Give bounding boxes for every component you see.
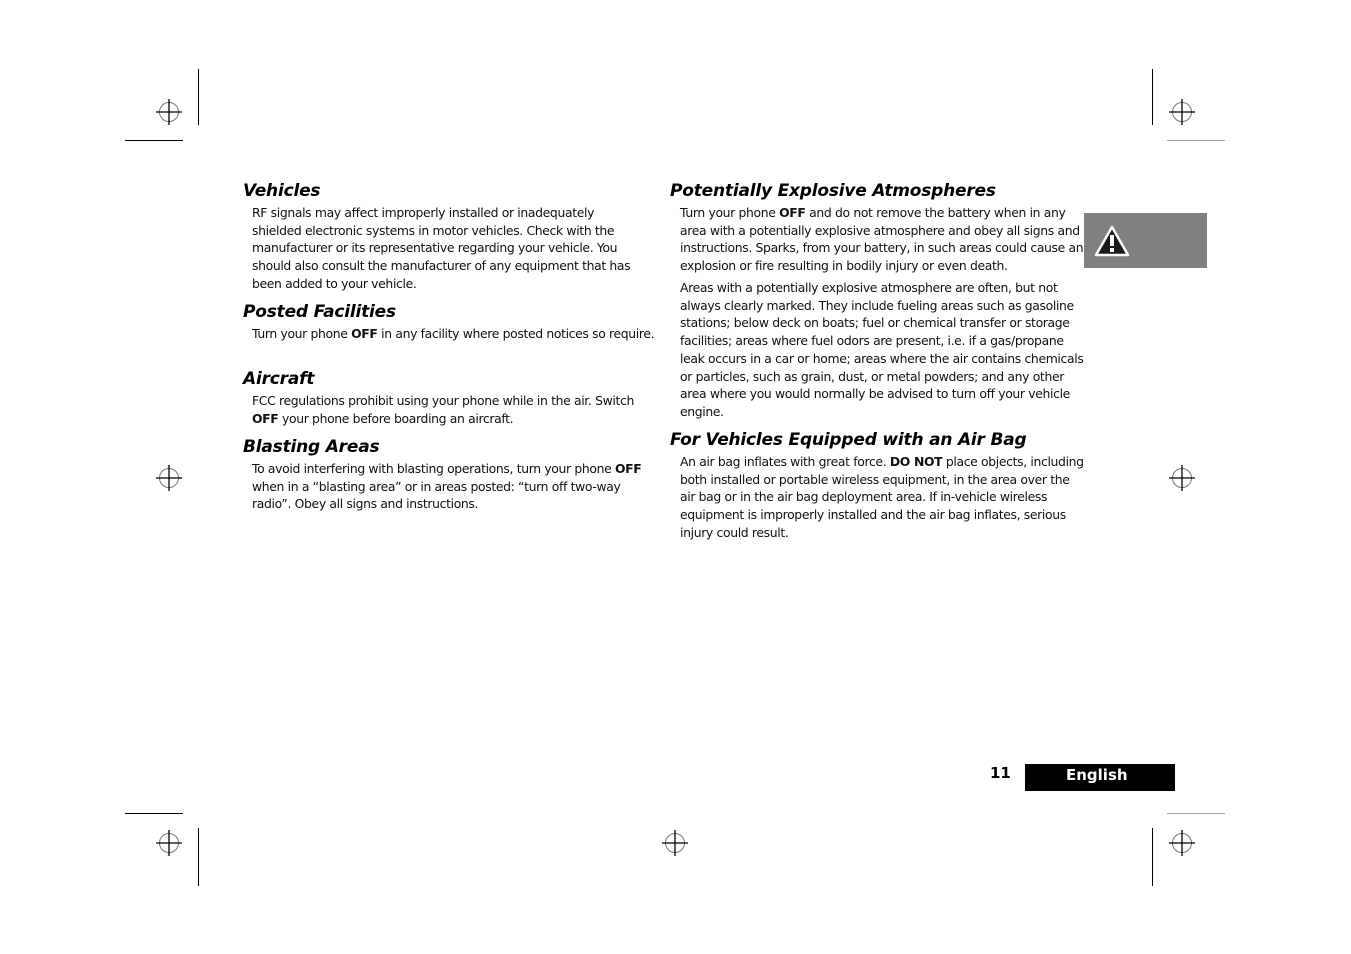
registration-mark-icon (156, 465, 182, 491)
crop-mark-bottom-right-vertical (1152, 828, 1153, 886)
registration-mark-icon (662, 830, 688, 856)
registration-mark-icon (1169, 465, 1195, 491)
crop-mark-top-right-horizontal (1167, 140, 1225, 141)
paragraph-explosive-atmospheres-1: Turn your phone OFF and do not remove th… (680, 205, 1084, 274)
page-number: 11 (990, 764, 1011, 782)
crop-mark-bottom-left-vertical (198, 828, 199, 886)
crop-mark-top-left-vertical (198, 69, 199, 125)
section-title-aircraft: Aircraft (243, 369, 315, 389)
warning-box (1084, 213, 1207, 268)
crop-mark-bottom-left-horizontal (125, 813, 183, 814)
section-title-air-bag: For Vehicles Equipped with an Air Bag (670, 430, 1027, 450)
paragraph-aircraft: FCC regulations prohibit using your phon… (252, 393, 634, 426)
language-tab: English (1025, 764, 1175, 791)
registration-mark-icon (1169, 830, 1195, 856)
warning-triangle-icon (1094, 225, 1130, 257)
crop-mark-top-right-vertical (1152, 69, 1153, 125)
registration-mark-icon (1169, 99, 1195, 125)
section-title-blasting-areas: Blasting Areas (243, 437, 380, 457)
registration-mark-icon (156, 830, 182, 856)
crop-mark-top-left-horizontal (125, 140, 183, 141)
paragraph-air-bag: An air bag inflates with great force. DO… (680, 454, 1084, 540)
section-title-posted-facilities: Posted Facilities (243, 302, 396, 322)
paragraph-vehicles: RF signals may affect improperly install… (252, 205, 631, 291)
registration-mark-icon (156, 99, 182, 125)
section-title-vehicles: Vehicles (243, 181, 321, 201)
paragraph-posted-facilities: Turn your phone OFF in any facility wher… (252, 326, 655, 341)
section-title-explosive-atmospheres: Potentially Explosive Atmospheres (670, 181, 996, 201)
crop-mark-bottom-right-horizontal (1167, 813, 1225, 814)
paragraph-explosive-atmospheres-2: Areas with a potentially explosive atmos… (680, 280, 1084, 419)
paragraph-blasting-areas: To avoid interfering with blasting opera… (252, 461, 642, 512)
